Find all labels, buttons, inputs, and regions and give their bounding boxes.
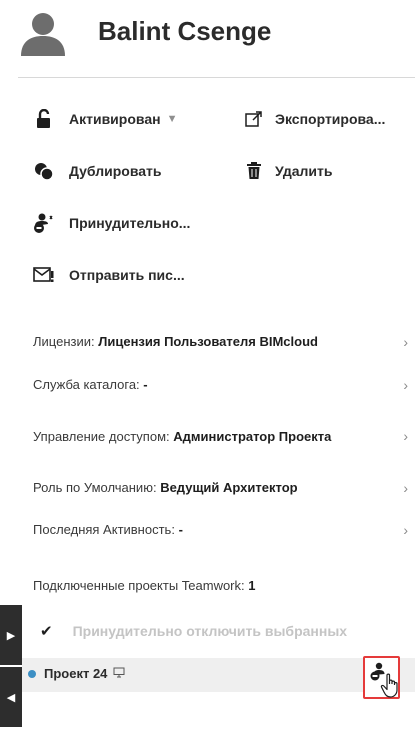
chevron-left-icon: ◀ <box>6 691 16 704</box>
monitor-icon <box>113 666 125 681</box>
project-name: Проект 24 <box>44 666 108 681</box>
chevron-right-icon: › <box>403 521 408 538</box>
catalog-value: - <box>143 377 148 392</box>
activity-value: - <box>178 522 183 537</box>
default-role-row[interactable]: Роль по Умолчанию: Ведущий Архитектор › <box>33 478 408 497</box>
chevron-right-icon: › <box>403 479 408 496</box>
license-row[interactable]: Лицензии: Лицензия Пользователя BIMcloud… <box>33 332 408 351</box>
activation-status-label: Активирован <box>69 111 161 127</box>
chevron-right-icon: ▶ <box>6 629 16 642</box>
chevron-right-icon: › <box>403 376 408 393</box>
role-value: Ведущий Архитектор <box>160 480 298 495</box>
collapse-panel-tab[interactable]: ◀ <box>0 667 22 727</box>
send-email-label: Отправить пис... <box>69 267 185 283</box>
teamwork-projects-heading: Подключенные проекты Teamwork: 1 <box>33 578 255 593</box>
user-name: Balint Csenge <box>98 16 272 46</box>
license-label: Лицензии: <box>33 334 95 349</box>
duplicate-label: Дублировать <box>69 163 162 179</box>
last-activity-row[interactable]: Последняя Активность: - › <box>33 520 408 539</box>
duplicate-icon <box>33 160 55 182</box>
catalog-service-row[interactable]: Служба каталога: - › <box>33 375 408 394</box>
catalog-label: Служба каталога: <box>33 377 140 392</box>
teamwork-count: 1 <box>248 578 256 593</box>
checkmark-icon: ✔ <box>40 623 53 640</box>
delete-button[interactable]: Удалить <box>243 160 332 182</box>
chevron-right-icon: › <box>403 333 408 350</box>
access-value: Администратор Проекта <box>173 428 332 444</box>
export-button[interactable]: Экспортирова... <box>243 108 385 130</box>
force-disconnect-selected-button[interactable]: ✔ Принудительно отключить выбранных <box>40 622 347 640</box>
header-divider <box>18 77 415 78</box>
force-disconnect-icon <box>33 212 55 234</box>
send-email-button[interactable]: Отправить пис... <box>33 264 185 286</box>
activity-label: Последняя Активность: <box>33 522 175 537</box>
access-control-row[interactable]: Управление доступом: Администратор Проек… <box>33 416 408 456</box>
trash-icon <box>243 160 265 182</box>
force-disconnect-label: Принудительно... <box>69 215 191 231</box>
export-label: Экспортирова... <box>275 111 386 127</box>
access-label: Управление доступом: <box>33 428 170 444</box>
license-value: Лицензия Пользователя BIMcloud <box>98 334 318 349</box>
force-disconnect-selected-label: Принудительно отключить выбранных <box>72 623 348 639</box>
expand-panel-tab[interactable]: ▶ <box>0 605 22 665</box>
force-disconnect-button[interactable]: Принудительно... <box>33 212 190 234</box>
unlock-icon <box>33 108 55 130</box>
role-label: Роль по Умолчанию: <box>33 480 157 495</box>
teamwork-label: Подключенные проекты Teamwork: <box>33 578 245 593</box>
status-dot <box>28 669 36 678</box>
activation-status-dropdown[interactable]: Активирован ▼ <box>33 108 177 130</box>
user-avatar-icon <box>18 8 68 58</box>
hand-cursor-icon <box>380 673 402 704</box>
chevron-down-icon: ▼ <box>166 113 178 125</box>
export-icon <box>243 108 265 130</box>
mail-icon <box>33 264 55 286</box>
delete-label: Удалить <box>275 163 333 179</box>
chevron-right-icon: › <box>403 428 408 444</box>
duplicate-button[interactable]: Дублировать <box>33 160 162 182</box>
project-item[interactable]: Проект 24 <box>28 666 125 681</box>
